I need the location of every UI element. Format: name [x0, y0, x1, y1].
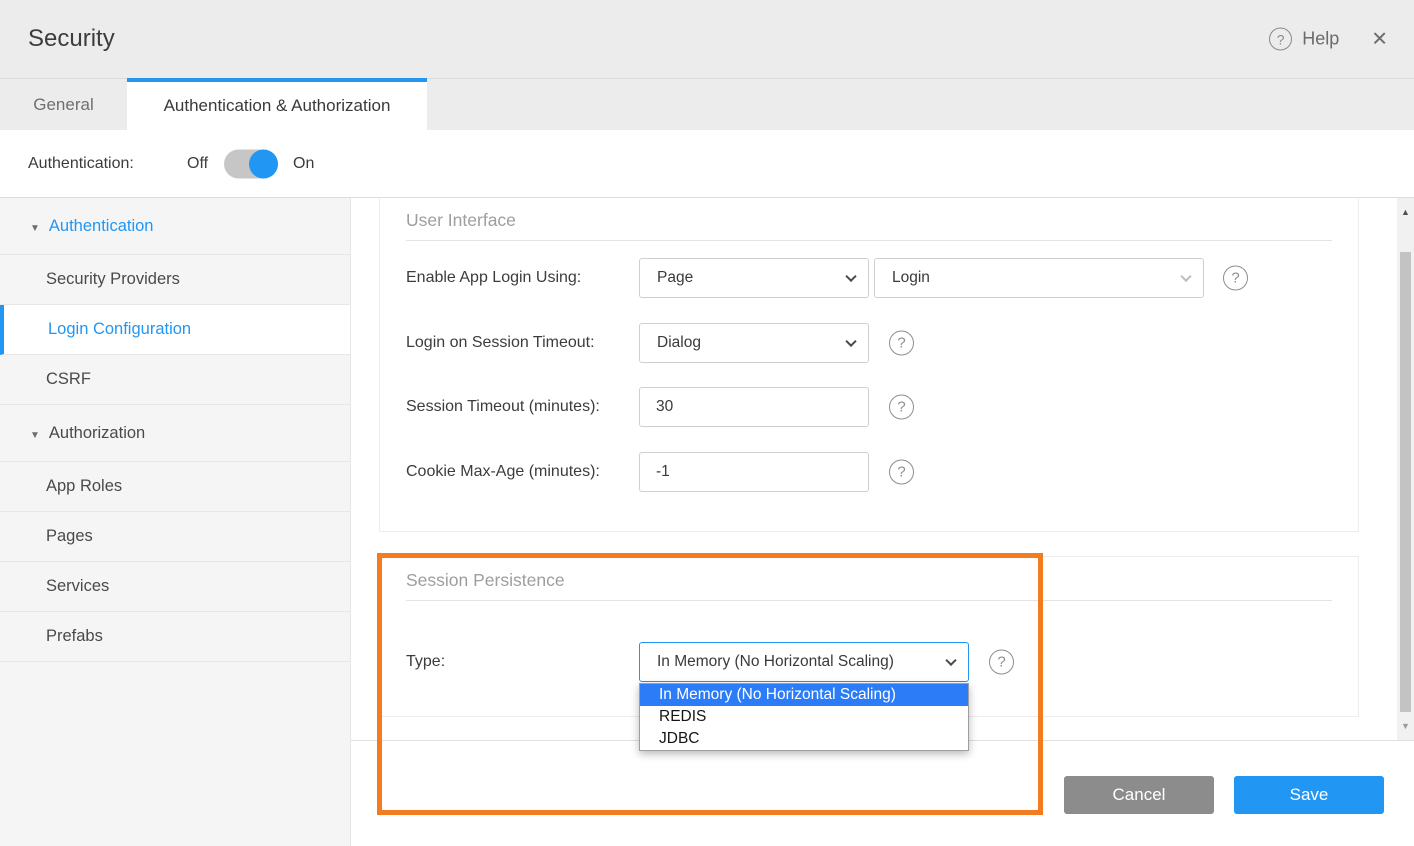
field-label: Cookie Max-Age (minutes): [406, 452, 600, 492]
session-persistence-dropdown: In Memory (No Horizontal Scaling) REDIS … [639, 683, 969, 751]
dropdown-option-in-memory[interactable]: In Memory (No Horizontal Scaling) [640, 684, 968, 706]
chevron-down-icon [1180, 271, 1191, 282]
tab-general[interactable]: General [0, 79, 127, 130]
chevron-down-icon [845, 271, 856, 282]
toggle-on-label: On [293, 155, 314, 173]
sidebar-item-app-roles[interactable]: App Roles [0, 462, 350, 512]
title-bar: Security Help [0, 0, 1414, 78]
scroll-down-arrow-icon[interactable] [1397, 717, 1414, 734]
close-icon[interactable] [1371, 27, 1388, 52]
help-icon[interactable] [889, 395, 914, 420]
help-icon[interactable] [889, 331, 914, 356]
field-login-on-session-timeout: Login on Session Timeout: Dialog [380, 323, 1358, 363]
enable-app-login-select[interactable]: Page [639, 258, 869, 298]
sidebar: Authentication Security Providers Login … [0, 198, 351, 846]
cancel-button[interactable]: Cancel [1064, 776, 1214, 814]
chevron-down-icon [30, 217, 40, 236]
authentication-toggle-row: Authentication: Off On [0, 130, 1414, 198]
scrollbar-thumb[interactable] [1400, 252, 1411, 712]
chevron-down-icon [30, 424, 40, 443]
sidebar-group-authorization[interactable]: Authorization [0, 405, 350, 462]
field-session-timeout-minutes: Session Timeout (minutes): [380, 387, 1358, 427]
cookie-max-age-input[interactable] [639, 452, 869, 492]
field-label: Login on Session Timeout: [406, 323, 595, 363]
dropdown-option-jdbc[interactable]: JDBC [640, 728, 968, 750]
session-timeout-input[interactable] [639, 387, 869, 427]
session-timeout-mode-select[interactable]: Dialog [639, 323, 869, 363]
session-persistence-section: Session Persistence Type: In Memory (No … [379, 556, 1359, 717]
field-enable-app-login: Enable App Login Using: Page Login [380, 258, 1358, 298]
user-interface-section: User Interface Enable App Login Using: P… [379, 198, 1359, 532]
header-actions: Help [1269, 27, 1388, 52]
sidebar-item-login-configuration[interactable]: Login Configuration [0, 305, 350, 355]
tab-bar: General Authentication & Authorization [0, 78, 1414, 130]
tab-authentication-authorization[interactable]: Authentication & Authorization [127, 78, 427, 130]
sidebar-item-services[interactable]: Services [0, 562, 350, 612]
field-label: Enable App Login Using: [406, 258, 581, 298]
dropdown-option-redis[interactable]: REDIS [640, 706, 968, 728]
field-label: Type: [406, 642, 445, 682]
session-persistence-type-select[interactable]: In Memory (No Horizontal Scaling) [639, 642, 969, 682]
help-icon[interactable] [889, 460, 914, 485]
section-title-user-interface: User Interface [406, 210, 1332, 241]
help-icon [1269, 28, 1292, 51]
toggle-thumb [249, 149, 278, 178]
login-page-select[interactable]: Login [874, 258, 1204, 298]
authentication-toggle[interactable] [224, 149, 278, 178]
help-label: Help [1302, 29, 1339, 50]
save-button[interactable]: Save [1234, 776, 1384, 814]
help-button[interactable]: Help [1269, 28, 1339, 51]
security-dialog: Security Help General Authentication & A… [0, 0, 1414, 846]
authentication-label: Authentication: [28, 155, 134, 173]
vertical-scrollbar[interactable] [1397, 198, 1414, 740]
sidebar-item-security-providers[interactable]: Security Providers [0, 255, 350, 305]
field-cookie-max-age: Cookie Max-Age (minutes): [380, 452, 1358, 492]
scroll-up-arrow-icon[interactable] [1397, 203, 1414, 220]
help-icon[interactable] [1223, 266, 1248, 291]
toggle-off-label: Off [187, 155, 208, 173]
section-title-session-persistence: Session Persistence [406, 570, 1332, 601]
page-title: Security [28, 25, 115, 53]
help-icon[interactable] [989, 650, 1014, 675]
field-label: Session Timeout (minutes): [406, 387, 600, 427]
chevron-down-icon [945, 655, 956, 666]
sidebar-group-authentication[interactable]: Authentication [0, 198, 350, 255]
sidebar-item-pages[interactable]: Pages [0, 512, 350, 562]
chevron-down-icon [845, 336, 856, 347]
main-content: User Interface Enable App Login Using: P… [351, 198, 1414, 846]
sidebar-item-csrf[interactable]: CSRF [0, 355, 350, 405]
field-session-persistence-type: Type: In Memory (No Horizontal Scaling) [380, 642, 1358, 682]
sidebar-item-prefabs[interactable]: Prefabs [0, 612, 350, 662]
